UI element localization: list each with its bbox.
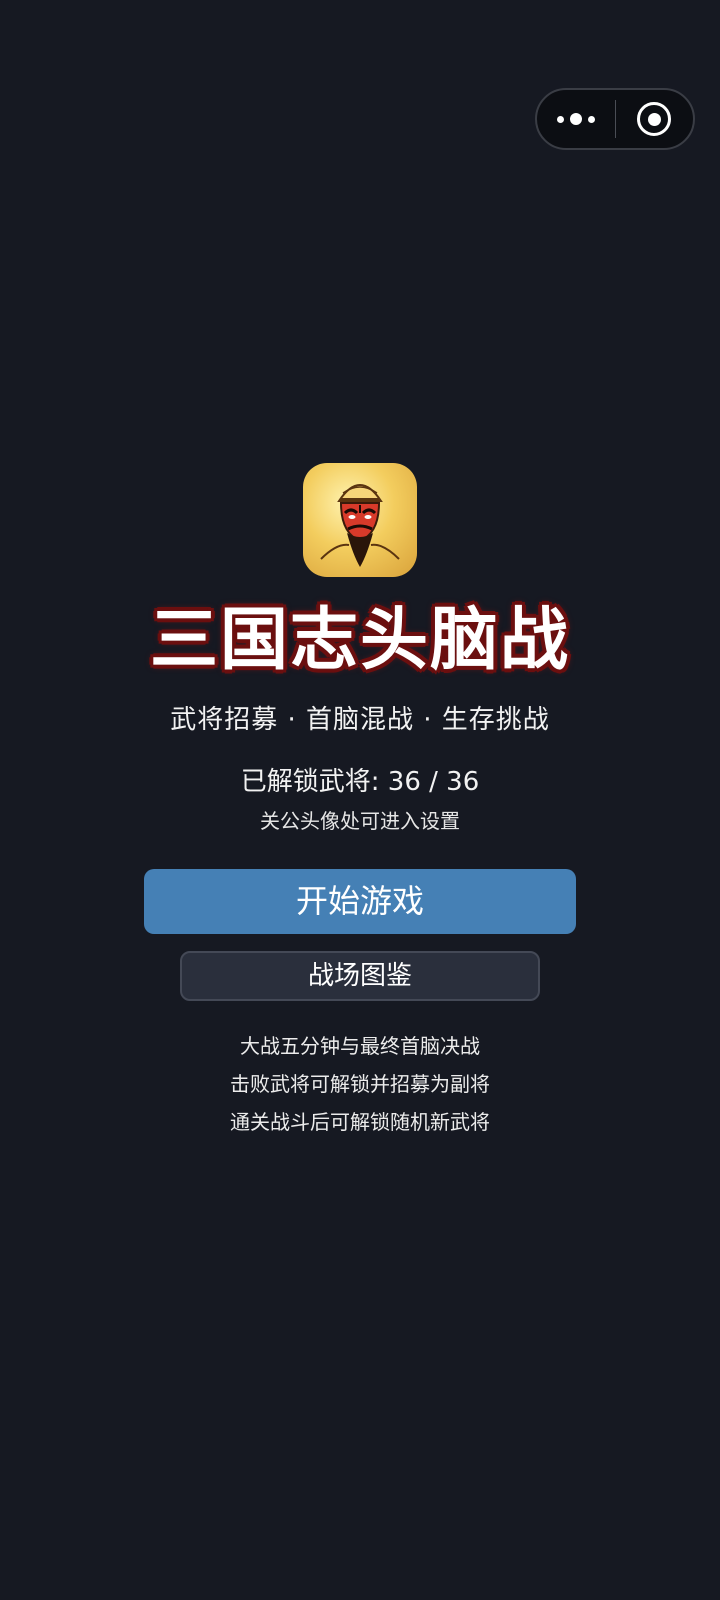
more-dots-icon (556, 113, 595, 125)
settings-hint: 关公头像处可进入设置 (260, 809, 460, 833)
game-subtitle: 武将招募 · 首脑混战 · 生存挑战 (170, 705, 550, 735)
home-screen: 三国志头脑战 武将招募 · 首脑混战 · 生存挑战 已解锁武将: 36 / 36… (0, 0, 720, 1600)
guan-yu-avatar-icon[interactable] (303, 463, 417, 577)
unlock-status: 已解锁武将: 36 / 36 (240, 767, 480, 797)
more-button[interactable] (537, 90, 615, 148)
start-game-button[interactable]: 开始游戏 (144, 869, 576, 934)
target-circle-icon (637, 102, 672, 136)
battlefield-codex-button[interactable]: 战场图鉴 (180, 951, 540, 1001)
game-title: 三国志头脑战 (149, 600, 570, 680)
description-line: 击败武将可解锁并招募为副将 (230, 1072, 490, 1096)
description-line: 通关战斗后可解锁随机新武将 (230, 1110, 490, 1134)
game-description: 大战五分钟与最终首脑决战 击败武将可解锁并招募为副将 通关战斗后可解锁随机新武将 (0, 1027, 720, 1141)
miniprogram-capsule (535, 88, 695, 150)
description-line: 大战五分钟与最终首脑决战 (240, 1034, 480, 1058)
close-miniprogram-button[interactable] (616, 90, 694, 148)
